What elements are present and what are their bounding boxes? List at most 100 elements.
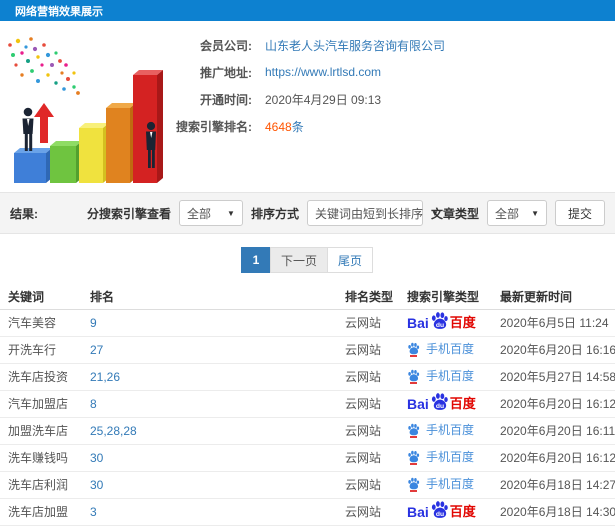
pagination: 1 下一页 尾页 [0, 247, 615, 273]
keyword-cell: 加盟洗车店 [0, 417, 90, 445]
engine-filter-value: 全部 [186, 206, 211, 221]
promo-url-link[interactable]: https://www.lrtlsd.com [265, 65, 381, 79]
rank-type-cell: 云网站 [345, 417, 407, 445]
opened-time-value: 2020年4月29日 09:13 [265, 92, 382, 107]
table-row: 洗车店利润 30 云网站 手机百度 2020年6月18日 14:27 [0, 471, 615, 499]
search-engine-cell: 手机百度 [407, 450, 474, 466]
mobile-baidu-paw-icon [407, 477, 420, 492]
mobile-baidu-logo: 手机百度 [407, 369, 474, 384]
page-next-button[interactable]: 下一页 [269, 247, 328, 273]
keyword-cell: 汽车加盟店 [0, 390, 90, 418]
account-info-section: 会员公司: 山东老人头汽车服务咨询有限公司 推广地址: https://www.… [0, 21, 615, 192]
sort-filter-select[interactable]: 关键词由短到长排序 ▼ [306, 200, 439, 226]
engine-rank-count: 4648 [265, 119, 292, 134]
page-current[interactable]: 1 [240, 247, 271, 273]
updated-cell: 2020年6月5日 11:24 [500, 309, 615, 337]
rank-link[interactable]: 25,28,28 [90, 424, 137, 438]
search-engine-cell: 手机百度 [407, 342, 475, 358]
keyword-cell: 洗车店加盟 [0, 498, 90, 526]
updated-cell: 2020年6月20日 16:11 [500, 417, 615, 445]
baidu-paw-icon: du [430, 392, 449, 411]
baidu-paw-icon: du [430, 500, 449, 519]
rank-type-cell: 云网站 [345, 363, 407, 391]
company-row: 会员公司: 山东老人头汽车服务咨询有限公司 [0, 37, 615, 53]
type-filter-value: 全部 [494, 206, 519, 221]
table-row: 开洗车行 27 云网站 手机百度 2020年6月20日 16:16 [0, 336, 615, 364]
mobile-baidu-paw-icon [407, 423, 420, 438]
rank-type-cell: 云网站 [345, 444, 407, 472]
rank-link[interactable]: 21,26 [90, 370, 120, 384]
rank-type-cell: 云网站 [345, 471, 407, 499]
rank-type-cell: 云网站 [345, 390, 407, 418]
updated-cell: 2020年6月20日 16:16 [500, 336, 615, 364]
mobile-baidu-logo: 手机百度 [407, 477, 474, 492]
keyword-cell: 洗车店投资 [0, 363, 90, 391]
rank-type-cell: 云网站 [345, 309, 407, 337]
mobile-baidu-label: 手机百度 [426, 423, 475, 437]
rank-link[interactable]: 27 [90, 343, 103, 357]
type-filter-select[interactable]: 全部 ▼ [486, 200, 547, 226]
col-header-keyword: 关键词 [0, 285, 90, 310]
mobile-baidu-label: 手机百度 [426, 369, 475, 383]
rank-link[interactable]: 8 [90, 397, 97, 411]
engine-rank-row: 搜索引擎排名: 4648条 [0, 118, 615, 134]
mobile-baidu-label: 手机百度 [426, 477, 475, 491]
page-header: 网络营销效果展示 [0, 0, 615, 21]
search-engine-cell: Bai du 百度 [407, 312, 476, 331]
rank-link[interactable]: 9 [90, 316, 97, 330]
table-row: 汽车美容 9 云网站 Bai du 百度 2020年6月5日 11:24 [0, 309, 615, 337]
results-table: 关键词 排名 排名类型 搜索引擎类型 最新更新时间 汽车美容 9 云网站 Bai… [0, 285, 615, 526]
rank-link[interactable]: 3 [90, 505, 97, 519]
baidu-logo-bai-text: Bai [407, 395, 429, 412]
mobile-baidu-paw-icon [407, 450, 420, 465]
search-engine-cell: Bai du 百度 [407, 501, 476, 520]
sort-filter-label: 排序方式 [250, 206, 299, 221]
col-header-rank: 排名 [90, 285, 345, 310]
baidu-paw-icon: du [430, 311, 449, 330]
filter-bar: 结果: 分搜索引擎查看 全部 ▼ 排序方式 关键词由短到长排序 ▼ 文章类型 全… [0, 192, 615, 234]
baidu-logo-name-text: 百度 [449, 396, 476, 411]
rank-link[interactable]: 30 [90, 478, 103, 492]
mobile-baidu-paw-icon [407, 342, 420, 357]
keyword-cell: 洗车店利润 [0, 471, 90, 499]
chevron-down-icon: ▼ [531, 208, 539, 218]
engine-filter-label: 分搜索引擎查看 [86, 206, 171, 221]
rank-link[interactable]: 30 [90, 451, 103, 465]
col-header-updated: 最新更新时间 [500, 285, 615, 310]
sort-filter-value: 关键词由短到长排序 [314, 206, 423, 221]
mobile-baidu-paw-icon [407, 369, 420, 384]
baidu-logo-bai-text: Bai [407, 503, 429, 520]
engine-filter-select[interactable]: 全部 ▼ [178, 200, 243, 226]
search-engine-cell: 手机百度 [407, 423, 475, 439]
updated-cell: 2020年6月20日 16:12 [500, 444, 615, 472]
account-info-rows: 会员公司: 山东老人头汽车服务咨询有限公司 推广地址: https://www.… [0, 37, 615, 145]
baidu-logo: Bai du 百度 [407, 500, 476, 521]
filter-controls: 分搜索引擎查看 全部 ▼ 排序方式 关键词由短到长排序 ▼ 文章类型 全部 ▼ … [87, 200, 605, 226]
type-filter-label: 文章类型 [430, 206, 479, 221]
table-row: 洗车店加盟 3 云网站 Bai du 百度 2020年6月18日 14:30 [0, 498, 615, 526]
engine-rank-value: 4648条 [265, 118, 304, 135]
keyword-cell: 洗车赚钱吗 [0, 444, 90, 472]
svg-text:du: du [436, 403, 444, 410]
table-row: 洗车赚钱吗 30 云网站 手机百度 2020年6月20日 16:12 [0, 444, 615, 472]
page-title: 网络营销效果展示 [15, 5, 103, 18]
keyword-cell: 汽车美容 [0, 309, 90, 337]
result-label: 结果: [10, 206, 38, 221]
keyword-cell: 开洗车行 [0, 336, 90, 364]
updated-cell: 2020年6月18日 14:27 [500, 471, 615, 499]
svg-text:du: du [436, 511, 444, 518]
search-engine-cell: 手机百度 [407, 477, 474, 493]
updated-cell: 2020年5月27日 14:58 [500, 363, 615, 391]
chevron-down-icon: ▼ [227, 208, 235, 218]
svg-text:du: du [436, 322, 444, 329]
company-link[interactable]: 山东老人头汽车服务咨询有限公司 [265, 37, 445, 54]
search-engine-cell: Bai du 百度 [407, 393, 476, 412]
mobile-baidu-label: 手机百度 [426, 342, 475, 356]
col-header-engine-type: 搜索引擎类型 [407, 285, 500, 310]
page-last-button[interactable]: 尾页 [327, 247, 374, 273]
submit-button[interactable]: 提交 [554, 200, 605, 226]
baidu-logo: Bai du 百度 [407, 311, 476, 332]
opened-time-row: 开通时间: 2020年4月29日 09:13 [0, 91, 615, 107]
rank-type-cell: 云网站 [345, 498, 407, 526]
rank-type-cell: 云网站 [345, 336, 407, 364]
